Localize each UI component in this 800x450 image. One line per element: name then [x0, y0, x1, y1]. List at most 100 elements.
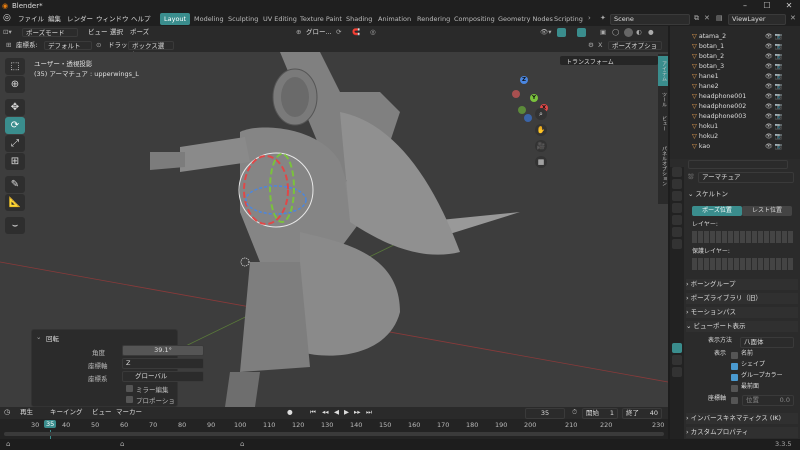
transform-tool-icon[interactable]: ⊞: [5, 153, 25, 170]
pivot-icon[interactable]: ⊙: [96, 41, 101, 50]
copy-icon[interactable]: ⧉: [694, 14, 699, 23]
xray-icon[interactable]: ▣: [600, 28, 606, 37]
gizmo-toggle-icon[interactable]: [557, 28, 566, 37]
pose-position-button[interactable]: ポーズ位置: [692, 206, 742, 216]
zoom-icon[interactable]: ⌕: [535, 108, 547, 120]
pose-options-dropdown[interactable]: ポーズオプション: [608, 41, 662, 59]
ik-section[interactable]: › インバースキネマティクス (IK): [686, 413, 798, 424]
select-tool-icon[interactable]: ⬚: [5, 58, 25, 75]
cursor-tool-icon[interactable]: ⊕: [5, 76, 25, 93]
preview-range-icon[interactable]: ⏱: [572, 408, 577, 417]
material-shading-icon[interactable]: ◐: [636, 28, 642, 37]
motion-paths-section[interactable]: › モーションパス: [686, 307, 798, 318]
transform-orientation[interactable]: グロー...: [306, 28, 332, 37]
timeline-scrollbar[interactable]: [4, 432, 664, 436]
search-input[interactable]: [688, 160, 788, 169]
rest-position-button[interactable]: レスト位置: [742, 206, 792, 216]
angle-field[interactable]: 39.1°: [122, 345, 204, 356]
shapes-checkbox[interactable]: [731, 363, 738, 370]
overlay-toggle-icon[interactable]: [577, 28, 586, 37]
menu-select[interactable]: 選択: [110, 28, 123, 37]
view-layer-selector[interactable]: ViewLayer: [728, 14, 786, 25]
timeline-ruler[interactable]: 30 35 40 50 60 70 80 90 100 110 120 130 …: [0, 419, 668, 439]
sidebar-tab-view[interactable]: ビュー: [658, 112, 668, 134]
tab-rendering[interactable]: Rendering: [413, 13, 454, 25]
tab-animation[interactable]: Animation: [374, 13, 415, 25]
visibility-icon[interactable]: 👁▾: [540, 28, 552, 37]
tab-world[interactable]: [672, 227, 682, 237]
bone-groups-section[interactable]: › ボーングループ: [686, 279, 798, 290]
skeleton-section[interactable]: ⌄ スケルトン: [688, 189, 728, 199]
tab-scene[interactable]: [672, 215, 682, 225]
tab-compositing[interactable]: Compositing: [450, 13, 499, 25]
tab-texture-paint[interactable]: Texture Paint: [296, 13, 346, 25]
end-frame-field[interactable]: 終了 40: [622, 408, 662, 419]
collapse-arrow-icon[interactable]: ⌄: [36, 333, 41, 341]
playback-menu[interactable]: 再生: [20, 408, 33, 417]
tab-layout[interactable]: Layout: [160, 13, 191, 25]
play-button[interactable]: ▶: [344, 408, 349, 417]
move-tool-icon[interactable]: ✥: [5, 99, 25, 116]
layers-grid[interactable]: [692, 231, 794, 243]
x-mirror-icon[interactable]: X: [598, 41, 602, 50]
blender-menu-icon[interactable]: ◎: [3, 13, 11, 23]
menu-edit[interactable]: 編集: [48, 14, 61, 24]
tab-uv-editing[interactable]: UV Editing: [259, 13, 301, 25]
display-as-dropdown[interactable]: 八面体: [740, 337, 794, 348]
tab-sculpting[interactable]: Sculpting: [224, 13, 262, 25]
annotate-tool-icon[interactable]: ✎: [5, 176, 25, 193]
tab-bone-constraints[interactable]: [672, 367, 682, 377]
pivot-icon[interactable]: ⟳: [336, 28, 341, 37]
tab-object[interactable]: [672, 239, 682, 249]
tab-shading[interactable]: Shading: [342, 13, 376, 25]
pose-library-section[interactable]: › ポーズライブラリ（旧）: [686, 293, 798, 304]
tab-output[interactable]: [672, 191, 682, 201]
next-key-button[interactable]: ▸▸: [354, 408, 361, 417]
editor-type-icon[interactable]: ⊡▾: [3, 28, 12, 37]
menu-view[interactable]: ビュー: [88, 28, 108, 37]
gizmo-z-axis[interactable]: Z: [520, 76, 528, 84]
gizmo-y-axis[interactable]: Y: [530, 94, 538, 102]
menu-help[interactable]: ヘルプ: [131, 14, 151, 24]
gizmo-neg-z[interactable]: [524, 114, 532, 122]
tab-armature-data[interactable]: [672, 343, 682, 353]
prev-key-button[interactable]: ◂◂: [322, 408, 329, 417]
sidebar-tab-item[interactable]: アイテム: [658, 56, 668, 86]
sidebar-tab-tool[interactable]: ツール: [658, 88, 668, 110]
names-checkbox[interactable]: [731, 352, 738, 359]
visibility-column[interactable]: 👁 📷 👁 📷 👁 📷 👁 📷 👁 📷 👁 📷 👁 📷 👁 📷 👁 📷 👁 📷 👁 📷 👁 📷: [765, 32, 795, 152]
protected-layers-grid[interactable]: [692, 258, 794, 270]
menu-pose[interactable]: ポーズ: [130, 28, 149, 37]
relax-tool-icon[interactable]: ⌣: [5, 217, 25, 234]
ortho-toggle-icon[interactable]: ▦: [535, 156, 547, 168]
start-frame-field[interactable]: 開始 1: [582, 408, 618, 419]
orientation-icon[interactable]: ⊕: [296, 28, 301, 37]
scale-tool-icon[interactable]: ⤢: [5, 135, 25, 152]
scene-selector[interactable]: Scene: [610, 14, 690, 25]
minimize-button[interactable]: –: [734, 0, 756, 12]
close-icon[interactable]: ✕: [704, 14, 710, 22]
menu-render[interactable]: レンダー: [67, 14, 93, 24]
close-icon[interactable]: ✕: [790, 14, 796, 22]
chevron-right-icon[interactable]: ›: [588, 14, 591, 22]
rendered-shading-icon[interactable]: ●: [648, 28, 654, 37]
menu-window[interactable]: ウィンドウ: [96, 14, 129, 24]
keying-menu[interactable]: キーイング: [50, 408, 83, 417]
rotate-tool-icon[interactable]: ⟳: [5, 117, 25, 134]
sidebar-tab-panel-options[interactable]: パネルオプション: [658, 136, 668, 196]
maximize-button[interactable]: ☐: [756, 0, 778, 12]
tab-geometry-nodes[interactable]: Geometry Nodes: [494, 13, 557, 25]
armature-name-field[interactable]: アーマチュア: [698, 172, 794, 183]
axis-dropdown[interactable]: Z: [122, 358, 204, 369]
custom-properties-section[interactable]: › カスタムプロパティ: [686, 427, 798, 438]
gizmo-neg-y[interactable]: [518, 106, 526, 114]
viewport-display-section[interactable]: ⌄ ビューポート表示: [686, 321, 798, 332]
in-front-checkbox[interactable]: [731, 385, 738, 392]
proportional-checkbox[interactable]: [126, 396, 133, 403]
pan-icon[interactable]: ✋: [535, 124, 547, 136]
wireframe-shading-icon[interactable]: ◯: [612, 28, 619, 37]
orient-dropdown[interactable]: グローバル: [122, 371, 204, 382]
view-menu[interactable]: ビュー: [92, 408, 112, 417]
clock-icon[interactable]: ◷: [4, 408, 10, 416]
tab-modeling[interactable]: Modeling: [190, 13, 228, 25]
